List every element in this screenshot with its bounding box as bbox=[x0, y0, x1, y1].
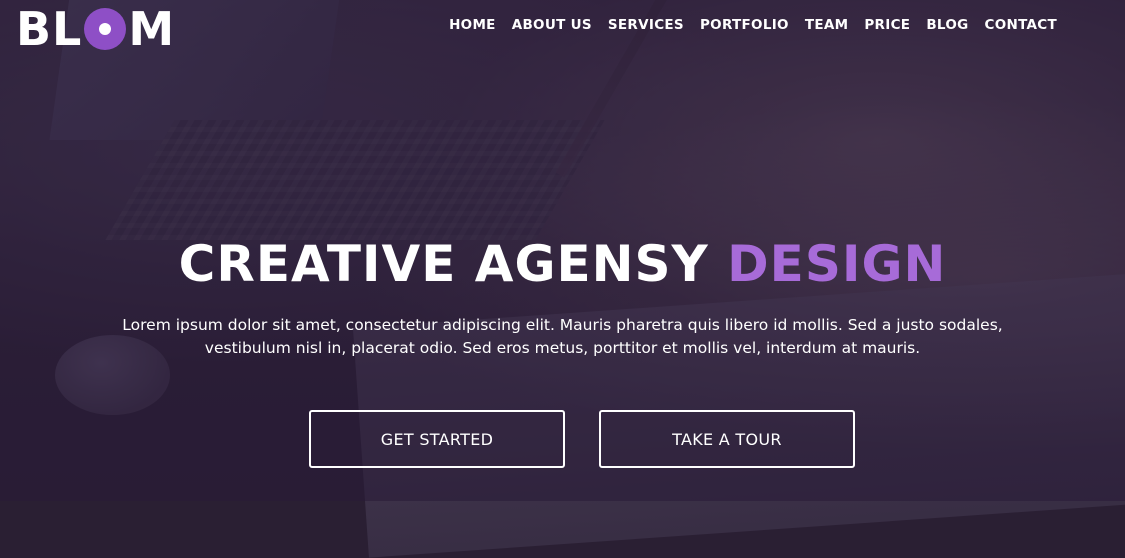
site-logo[interactable]: BL M bbox=[16, 2, 175, 56]
nav-link-portfolio[interactable]: PORTFOLIO bbox=[700, 17, 789, 33]
hero-title-main: CREATIVE AGENSY bbox=[178, 235, 709, 293]
logo-o-icon bbox=[84, 8, 127, 50]
main-navigation: HOME ABOUT US SERVICES PORTFOLIO TEAM PR… bbox=[449, 17, 1057, 33]
nav-link-contact[interactable]: CONTACT bbox=[984, 17, 1057, 33]
take-a-tour-button[interactable]: TAKE A TOUR bbox=[599, 410, 855, 468]
nav-link-home[interactable]: HOME bbox=[449, 17, 496, 33]
nav-link-services[interactable]: SERVICES bbox=[608, 17, 684, 33]
get-started-button[interactable]: GET STARTED bbox=[309, 410, 565, 468]
nav-link-team[interactable]: TEAM bbox=[805, 17, 849, 33]
hero-title-accent: DESIGN bbox=[727, 235, 947, 293]
logo-text-start: BL bbox=[16, 2, 83, 56]
logo-text-end: M bbox=[128, 2, 176, 56]
hero-title: CREATIVE AGENSY DESIGN bbox=[0, 236, 1125, 292]
hero-description: Lorem ipsum dolor sit amet, consectetur … bbox=[122, 316, 1003, 357]
nav-link-price[interactable]: PRICE bbox=[864, 17, 910, 33]
nav-link-blog[interactable]: BLOG bbox=[926, 17, 968, 33]
nav-link-about-us[interactable]: ABOUT US bbox=[512, 17, 592, 33]
